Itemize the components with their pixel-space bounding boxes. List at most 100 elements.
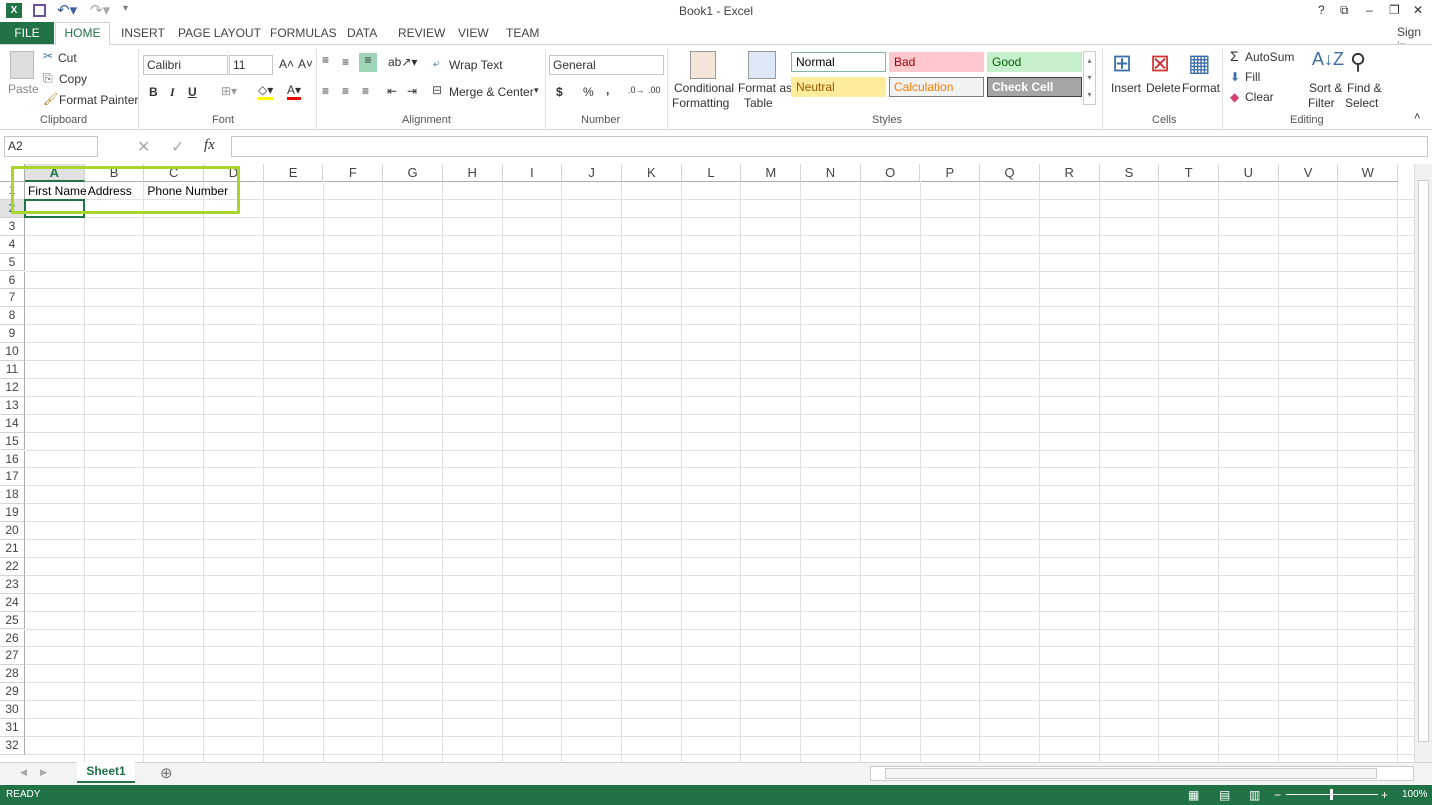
row-header-29[interactable]: 29: [0, 683, 25, 702]
paste-button[interactable]: Paste: [8, 82, 39, 96]
row-header-9[interactable]: 9: [0, 325, 25, 344]
cell-style-normal[interactable]: Normal: [791, 52, 886, 72]
insert-cells-button[interactable]: Insert: [1111, 81, 1141, 95]
column-header-P[interactable]: P: [920, 164, 981, 182]
tab-review[interactable]: REVIEW: [398, 26, 445, 40]
styles-scroll[interactable]: ▴ ▾ ▾: [1083, 51, 1096, 105]
delete-cells-button[interactable]: Delete: [1146, 81, 1181, 95]
row-header-19[interactable]: 19: [0, 504, 25, 523]
decrease-decimal-icon[interactable]: .00: [648, 85, 661, 95]
borders-icon[interactable]: ⊞▾: [221, 84, 237, 98]
new-sheet-icon[interactable]: ⊕: [160, 764, 173, 782]
bold-button[interactable]: B: [149, 85, 158, 99]
row-header-5[interactable]: 5: [0, 253, 25, 272]
column-header-H[interactable]: H: [442, 164, 503, 182]
font-size-select[interactable]: 11: [229, 55, 273, 75]
find-select-button[interactable]: Find &: [1347, 81, 1382, 95]
help-button[interactable]: ?: [1318, 3, 1325, 17]
conditional-formatting-button-line2[interactable]: Formatting: [672, 96, 729, 110]
row-header-4[interactable]: 4: [0, 235, 25, 254]
row-header-3[interactable]: 3: [0, 217, 25, 236]
row-header-26[interactable]: 26: [0, 629, 25, 648]
column-header-K[interactable]: K: [622, 164, 682, 182]
cell-style-calculation[interactable]: Calculation: [889, 77, 984, 97]
zoom-in-icon[interactable]: +: [1381, 785, 1388, 805]
align-bottom-icon[interactable]: ≡: [359, 53, 377, 72]
tab-home[interactable]: HOME: [55, 22, 110, 45]
row-header-10[interactable]: 10: [0, 343, 25, 361]
cell-style-check-cell[interactable]: Check Cell: [987, 77, 1082, 97]
column-header-Q[interactable]: Q: [980, 164, 1040, 182]
name-box[interactable]: A2: [4, 136, 98, 157]
column-header-M[interactable]: M: [741, 164, 802, 182]
font-name-select[interactable]: Calibri: [143, 55, 228, 75]
row-header-25[interactable]: 25: [0, 611, 25, 630]
next-sheet-icon[interactable]: ▶: [40, 767, 47, 778]
italic-button[interactable]: I: [170, 85, 175, 100]
column-header-R[interactable]: R: [1039, 164, 1100, 182]
column-header-J[interactable]: J: [562, 164, 622, 182]
tab-page-layout[interactable]: PAGE LAYOUT: [178, 26, 261, 40]
comma-button[interactable]: ,: [606, 83, 609, 97]
autosum-button[interactable]: AutoSum: [1245, 50, 1294, 64]
row-header-7[interactable]: 7: [0, 289, 25, 308]
align-center-icon[interactable]: ≡: [342, 84, 349, 98]
wrap-text-button[interactable]: Wrap Text: [449, 58, 503, 72]
sheet-tab-sheet1[interactable]: Sheet1: [77, 762, 135, 783]
format-painter-button[interactable]: Format Painter: [59, 93, 138, 107]
zoom-level[interactable]: 100%: [1402, 785, 1428, 805]
font-color-icon[interactable]: A▾: [287, 83, 302, 100]
column-header-L[interactable]: L: [681, 164, 742, 182]
align-right-icon[interactable]: ≡: [362, 84, 369, 98]
row-header-6[interactable]: 6: [0, 271, 25, 290]
column-header-G[interactable]: G: [383, 164, 443, 182]
column-header-W[interactable]: W: [1338, 164, 1399, 182]
find-select-button-line2[interactable]: Select: [1345, 96, 1378, 110]
number-format-select[interactable]: General: [549, 55, 664, 75]
row-header-12[interactable]: 12: [0, 378, 25, 397]
row-header-8[interactable]: 8: [0, 307, 25, 326]
conditional-formatting-button[interactable]: Conditional: [674, 81, 734, 95]
fill-button[interactable]: Fill: [1245, 70, 1260, 84]
tab-team[interactable]: TEAM: [506, 26, 539, 40]
minimize-button[interactable]: –: [1366, 3, 1373, 17]
merge-center-button[interactable]: Merge & Center: [449, 85, 534, 99]
column-header-T[interactable]: T: [1159, 164, 1219, 182]
row-header-31[interactable]: 31: [0, 719, 25, 737]
currency-button[interactable]: $: [556, 85, 563, 99]
horizontal-scrollbar[interactable]: [870, 766, 1414, 781]
column-header-V[interactable]: V: [1278, 164, 1339, 182]
row-header-28[interactable]: 28: [0, 665, 25, 684]
row-header-24[interactable]: 24: [0, 593, 25, 612]
cut-button[interactable]: Cut: [58, 51, 77, 65]
tab-file[interactable]: FILE: [0, 22, 54, 44]
indent-increase-icon[interactable]: ⇥: [407, 84, 417, 98]
restore-button[interactable]: ❐: [1389, 3, 1400, 17]
row-header-14[interactable]: 14: [0, 414, 25, 433]
column-header-F[interactable]: F: [323, 164, 384, 182]
row-header-20[interactable]: 20: [0, 522, 25, 540]
underline-button[interactable]: U: [188, 85, 197, 99]
align-middle-icon[interactable]: ≡: [342, 55, 349, 69]
increase-decimal-icon[interactable]: .0→: [628, 85, 645, 95]
row-header-11[interactable]: 11: [0, 361, 25, 379]
collapse-ribbon-icon[interactable]: ˄: [1414, 111, 1420, 123]
merge-dropdown-icon[interactable]: ▾: [534, 85, 539, 96]
normal-view-icon[interactable]: ▦: [1188, 785, 1199, 805]
column-header-N[interactable]: N: [801, 164, 861, 182]
row-header-27[interactable]: 27: [0, 647, 25, 666]
ribbon-display-button[interactable]: ⧉: [1340, 3, 1349, 18]
cancel-icon[interactable]: ✕: [137, 137, 150, 157]
formula-input[interactable]: [231, 136, 1428, 157]
tab-formulas[interactable]: FORMULAS: [270, 26, 337, 40]
column-header-E[interactable]: E: [263, 164, 324, 182]
align-top-icon[interactable]: ≡: [322, 53, 329, 67]
indent-decrease-icon[interactable]: ⇤: [387, 84, 397, 98]
row-header-32[interactable]: 32: [0, 736, 25, 755]
align-left-icon[interactable]: ≡: [322, 84, 329, 98]
insert-function-button[interactable]: fx: [204, 137, 215, 154]
cell-style-good[interactable]: Good: [987, 52, 1082, 72]
decrease-font-icon[interactable]: A˅: [298, 57, 313, 71]
fill-color-icon[interactable]: ◇▾: [258, 83, 274, 100]
row-header-13[interactable]: 13: [0, 396, 25, 415]
